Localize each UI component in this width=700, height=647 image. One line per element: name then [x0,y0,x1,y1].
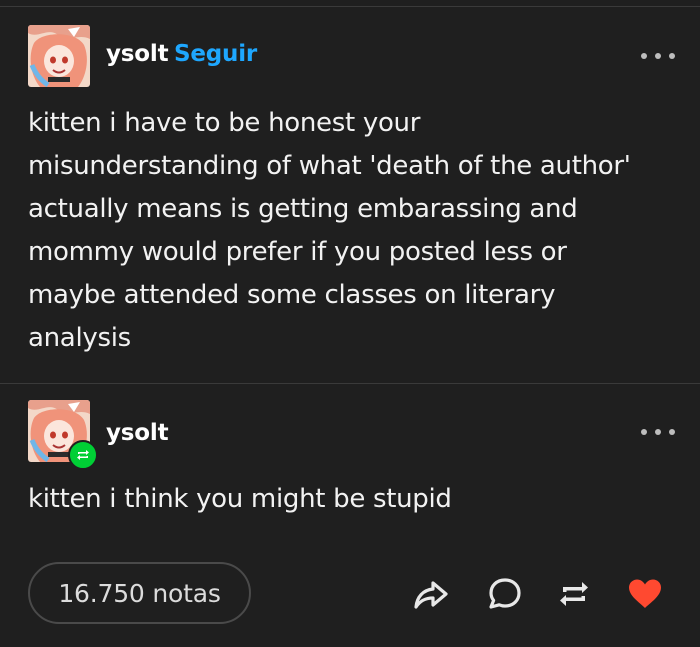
reblog-author[interactable]: ysolt [106,419,169,447]
reply-icon[interactable] [486,575,524,613]
reblog-divider [0,383,700,384]
more-options-icon[interactable] [638,48,678,64]
reblog-body: kitten i think you might be stupid [28,484,452,514]
reblog-icon[interactable] [555,575,593,613]
notes-count: 16.750 notas [58,578,221,608]
heart-icon[interactable] [626,575,664,613]
notes-button[interactable]: 16.750 notas [28,562,251,624]
post-author[interactable]: ysolt [106,40,169,68]
avatar-image [28,25,90,87]
follow-button[interactable]: Seguir [174,40,257,68]
top-divider [0,6,700,7]
more-options-icon[interactable] [638,424,678,440]
avatar[interactable] [28,25,90,87]
share-icon[interactable] [412,575,450,613]
post-body: kitten i have to be honest your misunder… [28,108,631,353]
reblog-badge-icon [68,440,98,470]
